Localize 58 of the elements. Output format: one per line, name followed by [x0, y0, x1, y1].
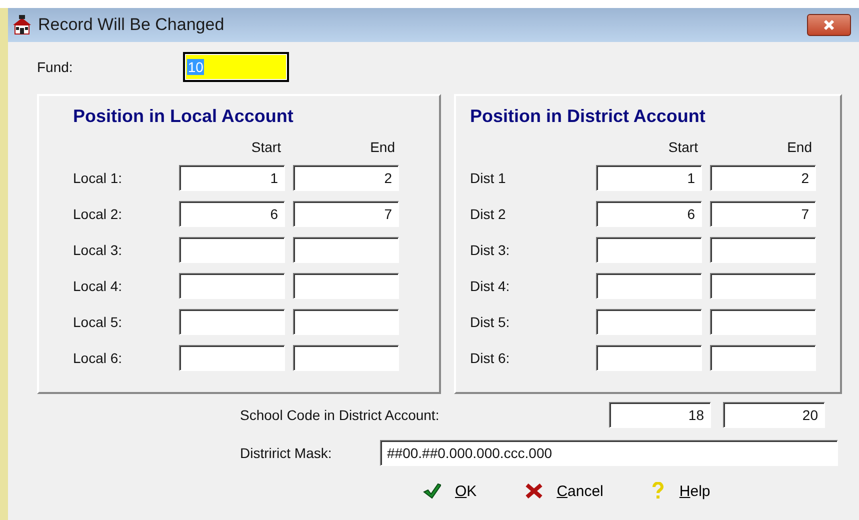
input-field[interactable]	[710, 345, 816, 371]
input-field[interactable]	[710, 309, 816, 335]
input-field[interactable]: ##00.##0.000.000.ccc.000	[380, 440, 838, 466]
row-label: Dist 5:	[470, 314, 511, 330]
input-field[interactable]	[596, 345, 702, 371]
input-field[interactable]	[710, 273, 816, 299]
input-field[interactable]	[293, 309, 399, 335]
panel-title: Position in District Account	[470, 106, 706, 127]
input-field[interactable]	[596, 309, 702, 335]
row-label: Dist 2	[470, 206, 507, 222]
input-field[interactable]: 1	[596, 165, 702, 191]
field-label: School Code in District Account:	[240, 407, 440, 423]
input-field[interactable]: 2	[293, 165, 399, 191]
input-field[interactable]	[710, 237, 816, 263]
input-field[interactable]: 7	[710, 201, 816, 227]
field-label: Distririct Mask:	[240, 445, 333, 461]
input-field[interactable]: 7	[293, 201, 399, 227]
ok-button[interactable]: OK	[419, 480, 481, 502]
row-label: Local 4:	[73, 278, 124, 294]
field-label: Fund:	[37, 59, 73, 75]
help-button[interactable]: Help	[647, 480, 714, 502]
input-field[interactable]	[179, 309, 285, 335]
cancel-button[interactable]: Cancel	[520, 480, 608, 502]
panel-title: Position in Local Account	[73, 106, 294, 127]
input-field[interactable]	[179, 237, 285, 263]
column-header: End	[786, 139, 813, 155]
input-field[interactable]	[293, 345, 399, 371]
row-label: Dist 1	[470, 170, 507, 186]
input-field[interactable]: 2	[710, 165, 816, 191]
input-field[interactable]: 6	[596, 201, 702, 227]
input-field[interactable]	[293, 237, 399, 263]
schoolhouse-icon	[12, 15, 32, 35]
input-field[interactable]: 18	[609, 402, 711, 428]
column-header: Start	[250, 139, 282, 155]
row-label: Dist 4:	[470, 278, 511, 294]
window-title: Record Will Be Changed	[38, 15, 226, 35]
row-label: Dist 6:	[470, 350, 511, 366]
input-field[interactable]	[179, 273, 285, 299]
input-field[interactable]	[293, 273, 399, 299]
row-label: Dist 3:	[470, 242, 511, 258]
input-field[interactable]	[179, 345, 285, 371]
input-field[interactable]	[596, 237, 702, 263]
row-label: Local 1:	[73, 170, 124, 186]
input-field[interactable]: 1	[179, 165, 285, 191]
row-label: Local 3:	[73, 242, 124, 258]
row-label: Local 2:	[73, 206, 124, 222]
close-icon	[524, 483, 543, 499]
column-header: End	[369, 139, 396, 155]
input-field[interactable]: 6	[179, 201, 285, 227]
close-icon	[823, 19, 835, 31]
row-label: Local 5:	[73, 314, 124, 330]
row-label: Local 6:	[73, 350, 124, 366]
column-header: Start	[667, 139, 699, 155]
checkmark-icon	[423, 483, 441, 499]
question-icon	[651, 482, 666, 500]
input-field[interactable]: 20	[723, 402, 825, 428]
input-field[interactable]	[596, 273, 702, 299]
close-button[interactable]	[807, 14, 851, 36]
